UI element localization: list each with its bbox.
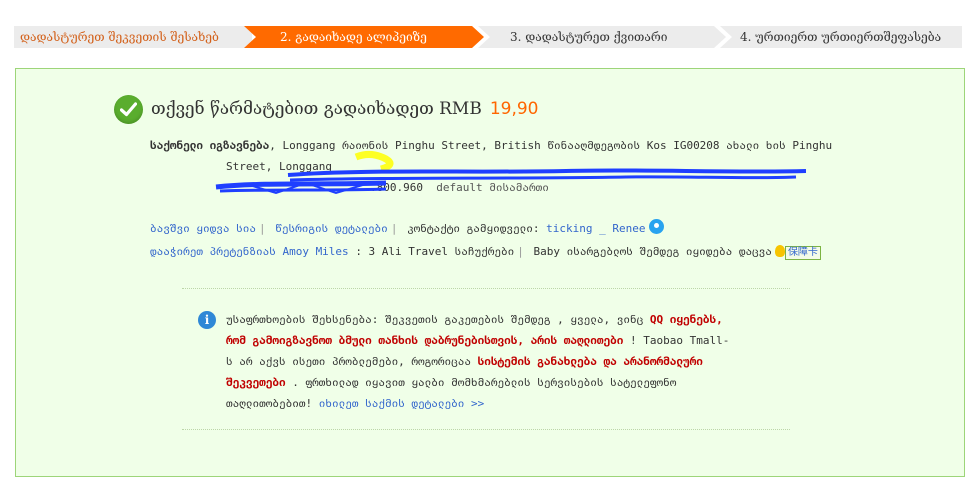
default-address-tag: default მისამართი bbox=[436, 181, 549, 194]
protection-card-badge[interactable]: 保障卡 bbox=[784, 246, 821, 260]
notice-text: უსაფრთხოების შეხსენება: შეკვეთის გაკეთებ… bbox=[200, 309, 740, 414]
wangwang-chat-icon[interactable] bbox=[649, 219, 665, 234]
partner-text: : 3 Ali Travel საჩუქრები bbox=[355, 245, 515, 258]
seller-name-link[interactable]: ticking _ Renee bbox=[546, 222, 645, 235]
order-details-link[interactable]: წესრიგის დეტალები bbox=[275, 222, 388, 235]
headline-text: თქვენ წარმატებით გადაიხადეთ RMB bbox=[151, 99, 482, 119]
payment-success-headline: თქვენ წარმატებით გადაიხადეთ RMB 19,90 bbox=[151, 99, 538, 119]
divider-top bbox=[182, 288, 790, 289]
step-2-label: 2. გადაიხადე ალიპეიზე bbox=[280, 30, 427, 44]
step-confirm-order: დადასტურეთ შეკვეთის შესახებ bbox=[14, 26, 252, 48]
contact-seller-label: კონტაქტი გამყიდველი: bbox=[407, 222, 540, 235]
notice-intro: უსაფრთხოების შეხსენება: შეკვეთის გაკეთებ… bbox=[226, 313, 644, 326]
cart-list-link[interactable]: ბავშვი ყიდვა სია bbox=[150, 222, 256, 235]
baby-protection-text: Baby ისარგებლოს შემდეგ იყიდება დაცვა bbox=[533, 245, 772, 258]
paid-amount: 19,90 bbox=[489, 99, 539, 119]
info-icon: i bbox=[198, 311, 216, 329]
divider-bottom bbox=[182, 429, 790, 430]
order-links: ბავშვი ყიდვა სია | წესრიგის დეტალები | კონ… bbox=[150, 217, 821, 263]
check-circle-icon bbox=[114, 95, 143, 124]
step-3-label: 3. დადასტურეთ ქვითარი bbox=[510, 30, 668, 44]
step-1-label: დადასტურეთ შეკვეთის შესახებ bbox=[20, 30, 219, 44]
separator: | bbox=[390, 222, 398, 235]
separator: | bbox=[258, 222, 266, 235]
separator: | bbox=[517, 245, 524, 258]
address-line-2: Street, Longgang bbox=[226, 160, 332, 173]
recommend-link[interactable]: დააჭირეთ პრეტენზიას Amoy Miles bbox=[150, 245, 349, 258]
address-phone-tail: .800.960 bbox=[370, 181, 423, 194]
shipping-label: საქონელი იგზავნება bbox=[150, 139, 270, 152]
security-notice: i უსაფრთხოების შეხსენება: შეკვეთის გაკეთ… bbox=[198, 309, 740, 414]
step-confirm-receipt: 3. დადასტურეთ ქვითარი bbox=[478, 26, 726, 48]
payment-success-panel: თქვენ წარმატებით გადაიხადეთ RMB 19,90 საქ… bbox=[15, 68, 965, 477]
step-rate: 4. ურთიერთ ურთიერთშეფასება bbox=[720, 26, 962, 48]
address-line-1: , Longgang რაიონის Pinghu Street, Britis… bbox=[269, 139, 833, 152]
step-4-label: 4. ურთიერთ ურთიერთშეფასება bbox=[740, 30, 942, 44]
case-details-link[interactable]: იხილეთ საქმის დეტალები >> bbox=[319, 397, 485, 410]
step-pay-alipay-current: 2. გადაიხადე ალიპეიზე bbox=[244, 26, 484, 48]
shipping-address: საქონელი იგზავნება, Longgang რაიონის Pin… bbox=[150, 135, 840, 198]
bulb-icon bbox=[774, 245, 785, 257]
progress-steps: დადასტურეთ შეკვეთის შესახებ 4. ურთიერთ უ… bbox=[14, 26, 962, 48]
